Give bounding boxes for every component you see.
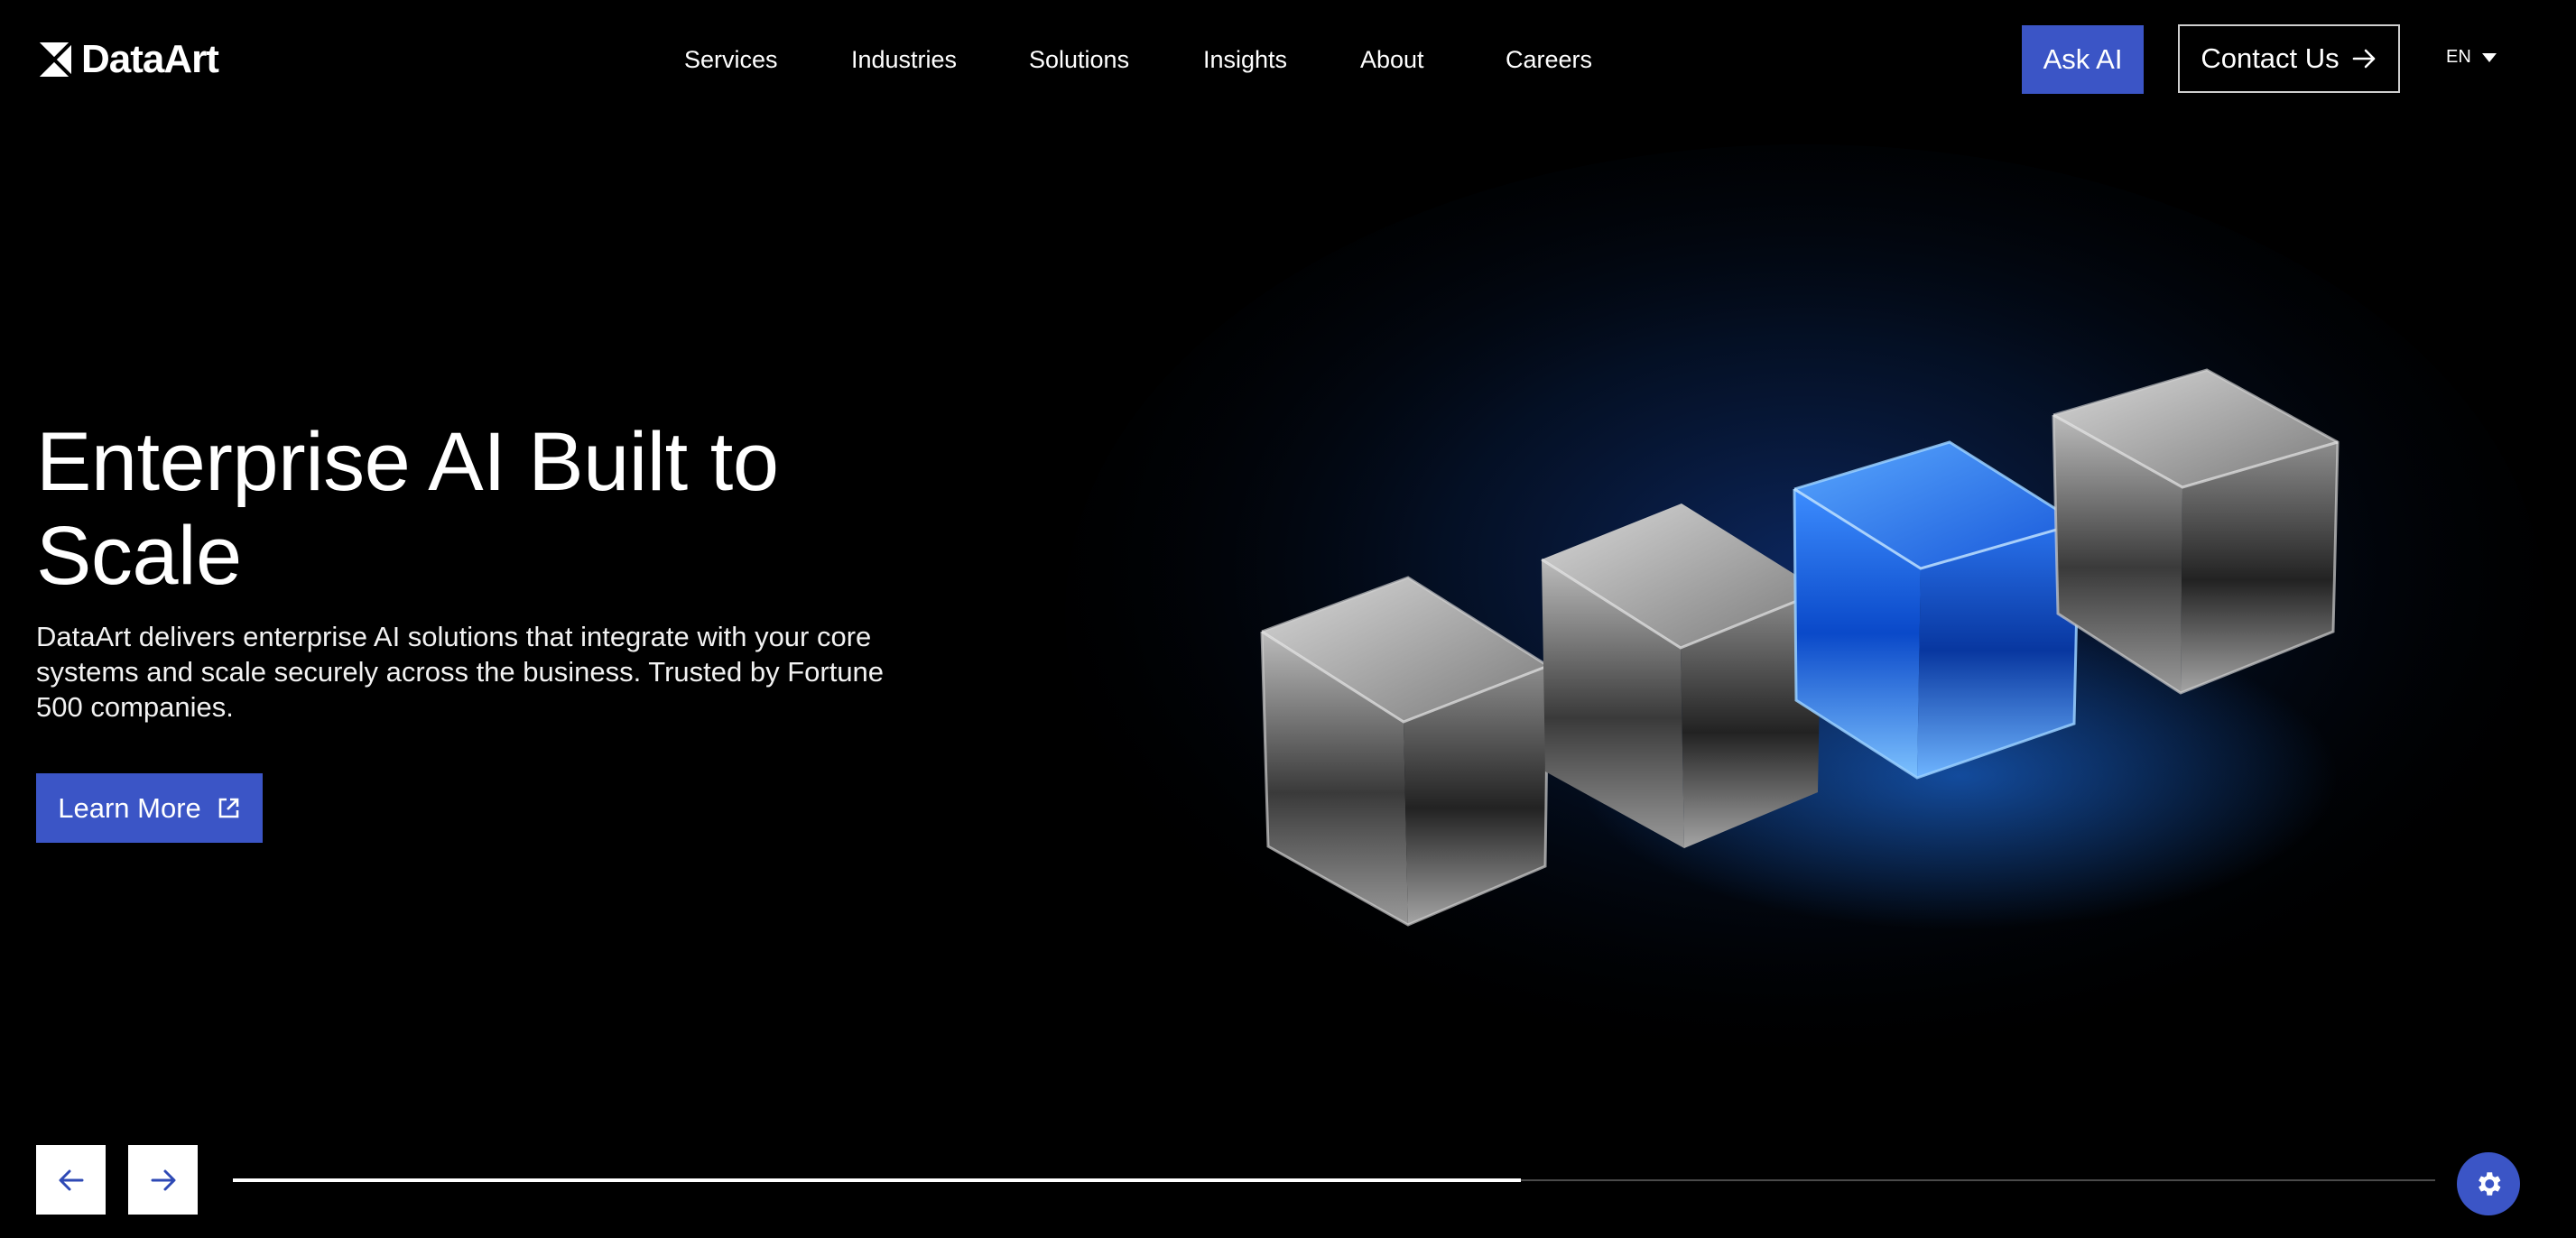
external-link-icon [218,798,239,818]
brand-logo[interactable]: DataArt [36,37,219,81]
arrow-right-icon [2352,49,2375,69]
slider-next-button[interactable] [128,1145,198,1215]
hero-description: DataArt delivers enterprise AI solutions… [36,621,885,723]
arrow-left-icon [59,1169,83,1190]
chevron-down-icon [2481,52,2497,62]
learn-more-button[interactable]: Learn More [36,773,263,843]
nav-item-about[interactable]: About [1360,43,1424,76]
contact-us-button[interactable]: Contact Us [2178,24,2400,93]
brand-name: DataArt [81,37,219,81]
ask-ai-button[interactable]: Ask AI [2022,25,2144,94]
arrow-right-icon [151,1169,175,1190]
slider-progress-fill [233,1178,1522,1182]
nav-item-careers[interactable]: Careers [1506,43,1592,76]
nav-item-insights[interactable]: Insights [1203,43,1287,76]
ask-ai-label: Ask AI [2043,43,2123,75]
hero-title: Enterprise AI Built to Scale [36,416,779,602]
language-code: EN [2446,47,2471,67]
slider-prev-button[interactable] [36,1145,106,1215]
contact-us-label: Contact Us [2201,42,2340,74]
nav-item-solutions[interactable]: Solutions [1029,43,1129,76]
learn-more-label: Learn More [58,791,201,824]
nav-item-services[interactable]: Services [684,43,778,76]
hero-cubes-illustration [1065,144,2545,1083]
language-selector[interactable]: EN [2446,47,2497,68]
settings-fab-button[interactable] [2457,1152,2520,1215]
gear-icon [2479,1172,2501,1196]
dataart-logo-icon [36,42,72,78]
nav-item-industries[interactable]: Industries [851,43,957,76]
slider-progress-track [233,1178,2435,1182]
